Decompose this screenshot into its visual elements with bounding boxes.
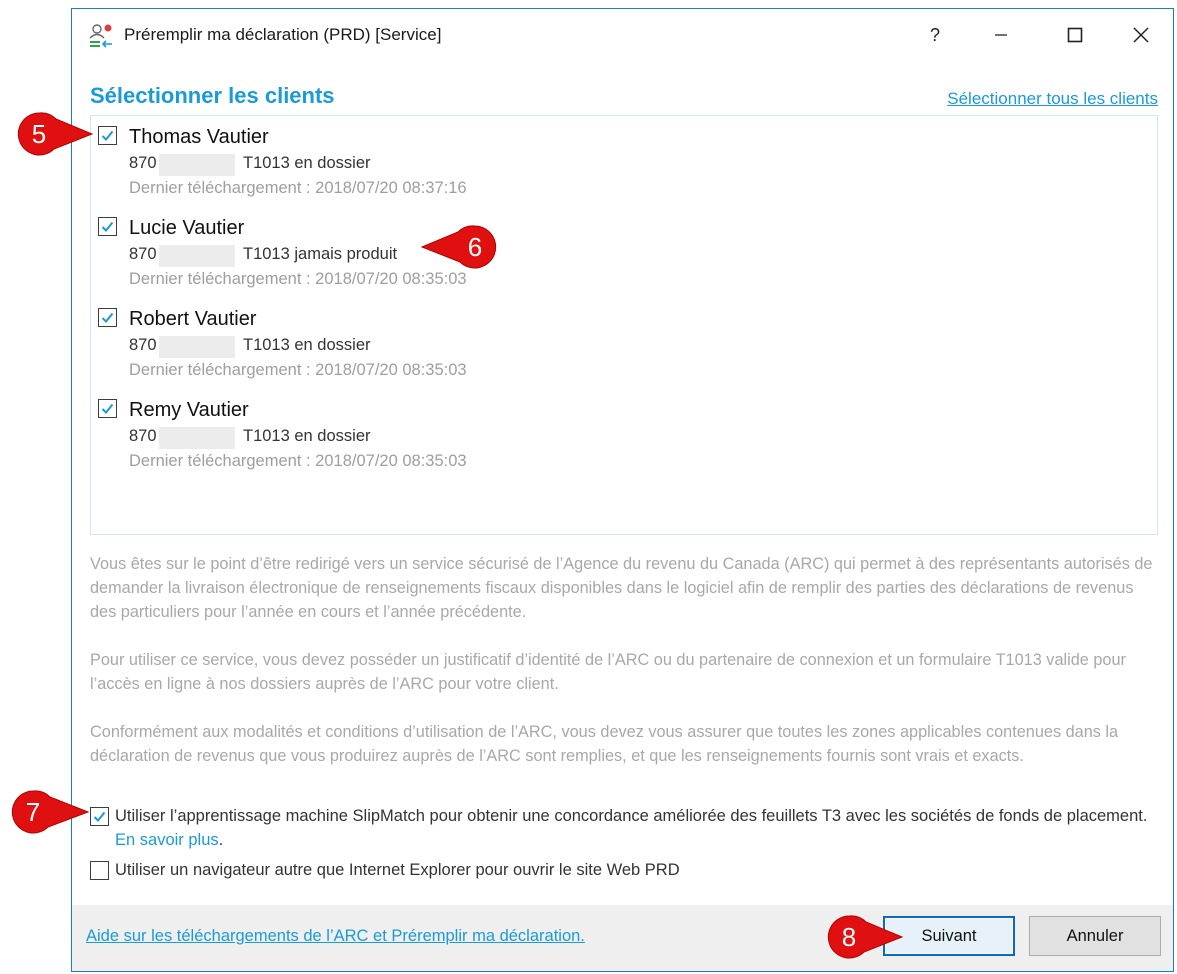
check-icon [93, 811, 106, 822]
help-icon: ? [929, 24, 940, 45]
client-checkbox[interactable] [98, 126, 117, 145]
client-last-download: Dernier téléchargement : 2018/07/20 08:3… [129, 270, 467, 288]
help-button[interactable]: ? [902, 9, 968, 61]
client-name: Remy Vautier [129, 399, 249, 421]
client-sin: 870 [129, 336, 157, 354]
slipmatch-text: Utiliser l’apprentissage machine SlipMat… [115, 807, 1148, 825]
callout-number: 5 [31, 118, 47, 149]
client-item[interactable]: Lucie Vautier 870 T1013 jamais produit D… [91, 207, 1157, 295]
client-sin: 870 [129, 154, 157, 172]
check-icon [101, 312, 114, 323]
section-title: Sélectionner les clients [90, 83, 335, 108]
callout-7: 7 [10, 789, 90, 835]
client-t1013-status: T1013 en dossier [243, 336, 371, 354]
client-details: 870 T1013 en dossier [129, 336, 371, 358]
window-title: Préremplir ma déclaration (PRD) [Service… [124, 25, 442, 44]
minimize-button[interactable] [968, 9, 1034, 61]
client-details: 870 T1013 en dossier [129, 427, 371, 449]
client-details: 870 T1013 en dossier [129, 154, 371, 176]
client-last-download: Dernier téléchargement : 2018/07/20 08:3… [129, 452, 467, 470]
callout-number: 8 [841, 921, 857, 952]
slipmatch-checkbox[interactable] [90, 807, 109, 826]
check-icon [101, 221, 114, 232]
client-item[interactable]: Thomas Vautier 870 T1013 en dossier Dern… [91, 116, 1157, 204]
cra-help-link[interactable]: Aide sur les téléchargements de l’ARC et… [86, 927, 585, 946]
title-bar: Préremplir ma déclaration (PRD) [Service… [72, 9, 1173, 61]
sin-redaction [159, 427, 235, 449]
client-item[interactable]: Robert Vautier 870 T1013 en dossier Dern… [91, 298, 1157, 386]
callout-5: 5 [16, 111, 94, 157]
info-paragraph-requirements: Pour utiliser ce service, vous devez pos… [90, 651, 1126, 693]
close-icon [1133, 27, 1149, 43]
client-details: 870 T1013 jamais produit [129, 245, 397, 267]
minimize-icon [995, 34, 1007, 36]
check-icon [101, 130, 114, 141]
maximize-icon [1067, 27, 1083, 43]
maximize-button[interactable] [1042, 9, 1108, 61]
alt-browser-label: Utiliser un navigateur autre que Interne… [115, 861, 680, 879]
client-checkbox[interactable] [98, 308, 117, 327]
slipmatch-option[interactable]: Utiliser l’apprentissage machine SlipMat… [90, 804, 1160, 852]
select-all-clients-link[interactable]: Sélectionner tous les clients [947, 89, 1158, 109]
client-sin: 870 [129, 245, 157, 263]
callout-number: 7 [25, 796, 41, 827]
client-last-download: Dernier téléchargement : 2018/07/20 08:3… [129, 361, 467, 379]
dialog-footer: Aide sur les téléchargements de l’ARC et… [72, 905, 1173, 971]
client-name: Lucie Vautier [129, 217, 245, 239]
slipmatch-period: . [218, 831, 224, 849]
client-checkbox[interactable] [98, 399, 117, 418]
check-icon [101, 403, 114, 414]
slipmatch-label: Utiliser l’apprentissage machine SlipMat… [115, 804, 1155, 852]
learn-more-link[interactable]: En savoir plus [115, 831, 219, 849]
sin-redaction [159, 336, 235, 358]
client-t1013-status: T1013 jamais produit [243, 245, 398, 263]
client-t1013-status: T1013 en dossier [243, 154, 371, 172]
sin-redaction [159, 154, 235, 176]
close-button[interactable] [1108, 9, 1174, 61]
app-icon [88, 23, 114, 49]
prd-dialog: Préremplir ma déclaration (PRD) [Service… [71, 8, 1174, 972]
client-name: Robert Vautier [129, 308, 257, 330]
sin-redaction [159, 245, 235, 267]
client-list: Thomas Vautier 870 T1013 en dossier Dern… [90, 115, 1158, 535]
client-checkbox[interactable] [98, 217, 117, 236]
client-t1013-status: T1013 en dossier [243, 427, 371, 445]
info-paragraph-redirect: Vous êtes sur le point d’être redirigé v… [90, 555, 1153, 621]
info-paragraph-conditions: Conformément aux modalités et conditions… [90, 723, 1119, 765]
client-name: Thomas Vautier [129, 126, 269, 148]
alt-browser-checkbox[interactable] [90, 861, 109, 880]
client-item[interactable]: Remy Vautier 870 T1013 en dossier Dernie… [91, 389, 1157, 477]
alt-browser-option[interactable]: Utiliser un navigateur autre que Interne… [90, 858, 1160, 882]
callout-number: 6 [467, 231, 483, 262]
client-last-download: Dernier téléchargement : 2018/07/20 08:3… [129, 179, 467, 197]
callout-8: 8 [826, 914, 904, 960]
callout-6: 6 [418, 224, 498, 270]
client-sin: 870 [129, 427, 157, 445]
cancel-button[interactable]: Annuler [1029, 916, 1161, 956]
